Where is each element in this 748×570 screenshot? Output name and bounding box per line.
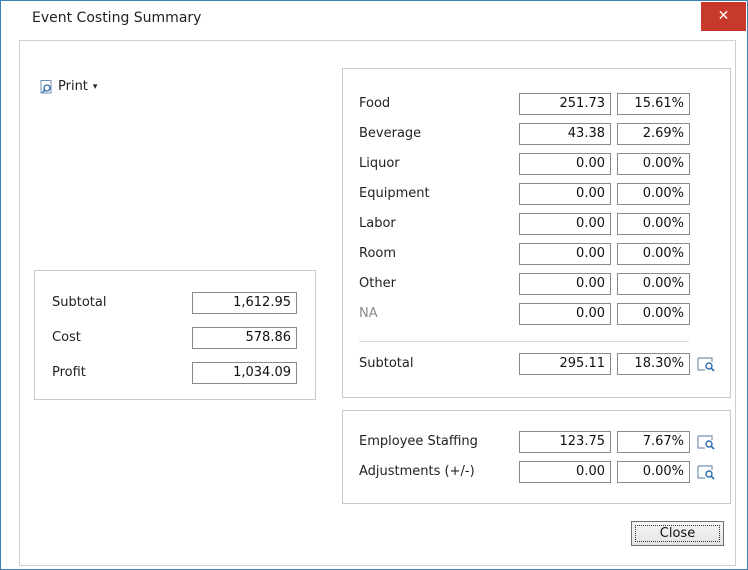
- close-button[interactable]: Close: [631, 521, 724, 546]
- print-button[interactable]: Print ▾: [40, 79, 97, 94]
- adjustments-amount-field[interactable]: 0.00: [519, 461, 611, 483]
- close-icon: ✕: [717, 8, 730, 24]
- equipment-label: Equipment: [359, 186, 430, 201]
- employee-staffing-amount-field[interactable]: 123.75: [519, 431, 611, 453]
- equipment-percent-field[interactable]: 0.00%: [617, 183, 690, 205]
- food-percent-field[interactable]: 15.61%: [617, 93, 690, 115]
- print-label: Print: [58, 79, 88, 94]
- beverage-percent-field[interactable]: 2.69%: [617, 123, 690, 145]
- profit-field[interactable]: 1,034.09: [192, 362, 297, 384]
- subtotal-field[interactable]: 1,612.95: [192, 292, 297, 314]
- chevron-down-icon: ▾: [92, 81, 98, 92]
- other-percent-field[interactable]: 0.00%: [617, 273, 690, 295]
- na-percent-field[interactable]: 0.00%: [617, 303, 690, 325]
- category-subtotal-amount-field[interactable]: 295.11: [519, 353, 611, 375]
- subtotal-label: Subtotal: [52, 295, 107, 310]
- category-subtotal-label: Subtotal: [359, 356, 414, 371]
- liquor-label: Liquor: [359, 156, 400, 171]
- title-bar[interactable]: Event Costing Summary ✕: [1, 1, 747, 33]
- na-label: NA: [359, 306, 378, 321]
- employee-staffing-zoom-icon[interactable]: [697, 435, 715, 450]
- adjustments-zoom-icon[interactable]: [697, 465, 715, 480]
- close-button-focus-rect: Close: [635, 525, 720, 542]
- cost-label: Cost: [52, 330, 81, 345]
- labor-amount-field[interactable]: 0.00: [519, 213, 611, 235]
- category-subtotal-percent-field[interactable]: 18.30%: [617, 353, 690, 375]
- beverage-label: Beverage: [359, 126, 422, 141]
- cost-field[interactable]: 578.86: [192, 327, 297, 349]
- other-label: Other: [359, 276, 396, 291]
- adjustments-label: Adjustments (+/-): [359, 464, 475, 479]
- subtotal-divider: [359, 341, 689, 342]
- window-close-button[interactable]: ✕: [701, 2, 746, 31]
- liquor-amount-field[interactable]: 0.00: [519, 153, 611, 175]
- food-amount-field[interactable]: 251.73: [519, 93, 611, 115]
- food-label: Food: [359, 96, 391, 111]
- employee-staffing-percent-field[interactable]: 7.67%: [617, 431, 690, 453]
- labor-percent-field[interactable]: 0.00%: [617, 213, 690, 235]
- staffing-panel: [342, 410, 731, 504]
- subtotal-detail-zoom-icon[interactable]: [697, 357, 715, 372]
- na-amount-field[interactable]: 0.00: [519, 303, 611, 325]
- profit-label: Profit: [52, 365, 86, 380]
- room-label: Room: [359, 246, 397, 261]
- employee-staffing-label: Employee Staffing: [359, 434, 478, 449]
- other-amount-field[interactable]: 0.00: [519, 273, 611, 295]
- room-percent-field[interactable]: 0.00%: [617, 243, 690, 265]
- liquor-percent-field[interactable]: 0.00%: [617, 153, 690, 175]
- equipment-amount-field[interactable]: 0.00: [519, 183, 611, 205]
- close-button-label: Close: [659, 526, 696, 541]
- window-title: Event Costing Summary: [32, 10, 202, 26]
- adjustments-percent-field[interactable]: 0.00%: [617, 461, 690, 483]
- print-preview-icon: [40, 79, 52, 93]
- beverage-amount-field[interactable]: 43.38: [519, 123, 611, 145]
- room-amount-field[interactable]: 0.00: [519, 243, 611, 265]
- labor-label: Labor: [359, 216, 396, 231]
